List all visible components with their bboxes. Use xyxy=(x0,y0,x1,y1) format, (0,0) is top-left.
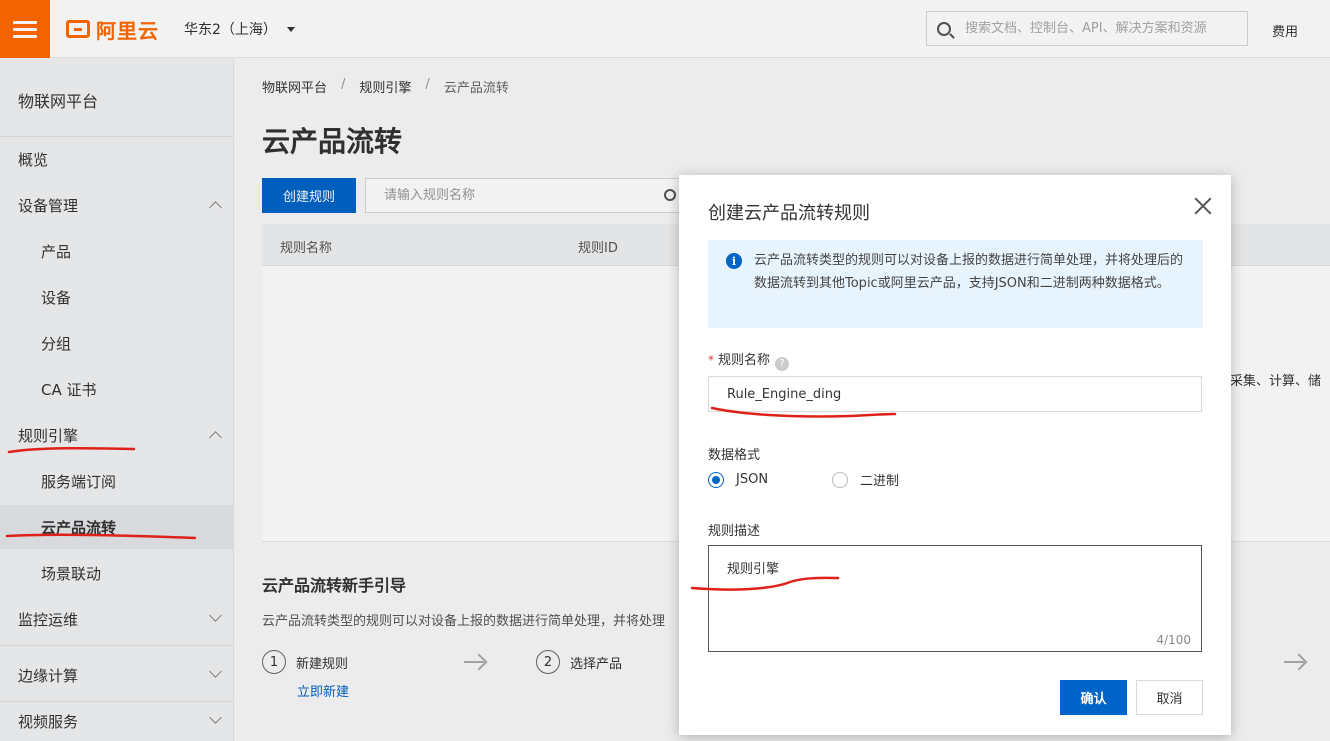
info-notice: i 云产品流转类型的规则可以对设备上报的数据进行简单处理，并将处理后的数据流转到… xyxy=(708,240,1203,328)
data-format-radio-group: JSON 二进制 xyxy=(708,470,899,489)
close-icon[interactable] xyxy=(1193,195,1213,215)
char-counter: 4/100 xyxy=(1156,633,1191,647)
radio-json[interactable] xyxy=(708,471,724,488)
rule-name-label: * 规则名称? xyxy=(708,349,790,371)
create-rule-dialog: 创建云产品流转规则 i 云产品流转类型的规则可以对设备上报的数据进行简单处理，并… xyxy=(679,175,1231,735)
cancel-button[interactable]: 取消 xyxy=(1136,680,1203,715)
help-icon[interactable]: ? xyxy=(775,357,790,371)
data-format-label: 数据格式 xyxy=(708,448,761,463)
notice-text: 云产品流转类型的规则可以对设备上报的数据进行简单处理，并将处理后的数据流转到其他… xyxy=(754,253,1184,291)
confirm-button[interactable]: 确认 xyxy=(1060,680,1127,715)
rule-name-input[interactable] xyxy=(709,377,1201,411)
required-mark: * xyxy=(708,353,714,367)
rule-description-label: 规则描述 xyxy=(708,524,761,539)
rule-description-textarea[interactable]: 规则引擎 xyxy=(709,546,1201,651)
rule-description-field[interactable]: 规则引擎 4/100 xyxy=(708,545,1202,652)
label-text: 规则名称 xyxy=(718,353,771,368)
info-icon: i xyxy=(726,253,742,269)
rule-name-field[interactable] xyxy=(708,376,1202,412)
radio-binary[interactable] xyxy=(832,471,849,488)
dialog-title: 创建云产品流转规则 xyxy=(708,203,870,224)
radio-label-binary[interactable]: 二进制 xyxy=(860,470,899,489)
radio-label-json[interactable]: JSON xyxy=(736,472,768,487)
